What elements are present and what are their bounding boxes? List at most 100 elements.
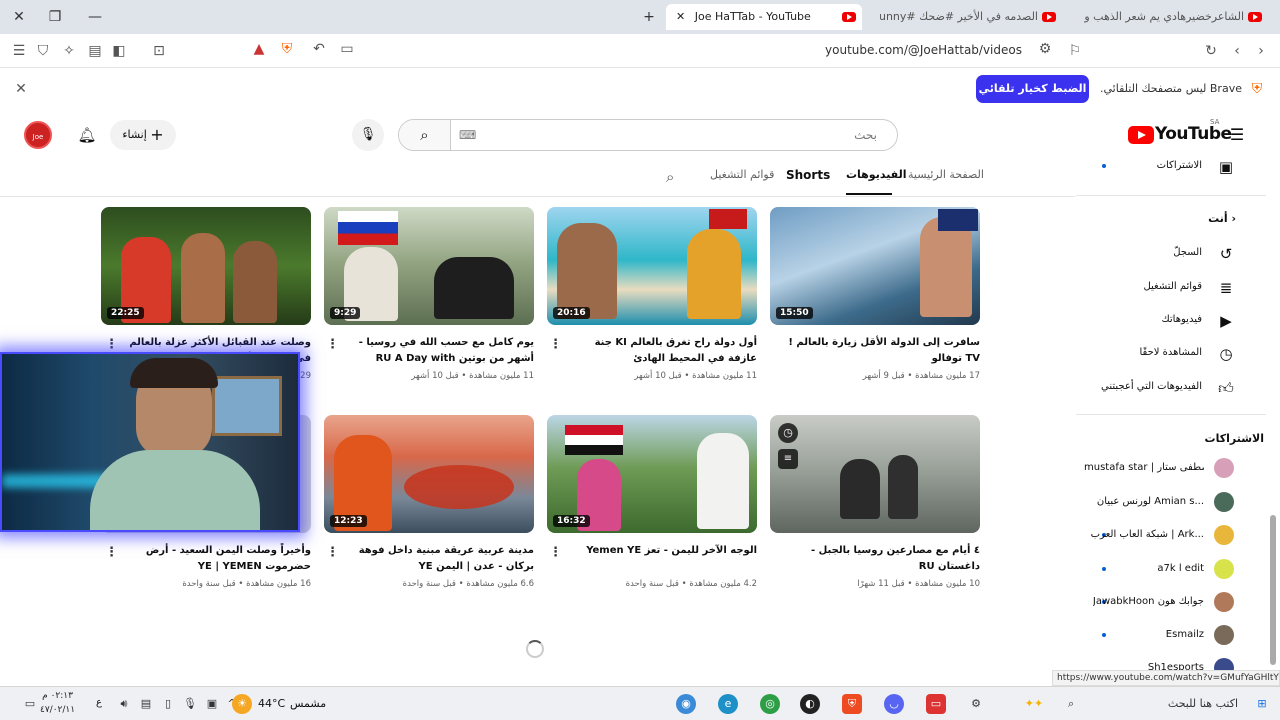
search-input[interactable] [455, 120, 885, 150]
video-thumbnail[interactable]: 9:29 [324, 207, 534, 325]
maximize-icon[interactable]: ❐ [44, 6, 66, 28]
wallet-icon[interactable]: ▤ [84, 40, 106, 62]
video-thumbnail[interactable]: 12:23 [324, 415, 534, 533]
channel-search-icon[interactable]: ⌕ [666, 168, 674, 186]
notifications-icon[interactable]: ▭ [20, 694, 40, 714]
sidebar-item-liked-videos[interactable]: الفيديوهات التي أعجبتني 👍︎ [1076, 373, 1266, 403]
new-content-dot [1102, 567, 1106, 571]
site-settings-icon[interactable]: ⚙ [1034, 38, 1056, 60]
close-window-icon[interactable]: ✕ [8, 6, 30, 28]
menu-icon[interactable]: ☰ [8, 40, 30, 62]
reload-icon[interactable]: ↻ [1200, 40, 1222, 62]
video-title[interactable]: سافرت إلى الدولة الأقل زيارة بالعالم ! T… [788, 335, 980, 367]
taskbar-clock[interactable]: ٠٢:١٣ م ٤٧/٠٢/١١ [40, 689, 75, 717]
brave-shield-icon[interactable]: ⛨ [276, 38, 298, 60]
video-title[interactable]: أول دولة راح تغرق بالعالم KI جنة عازفة ف… [565, 335, 757, 367]
forward-icon[interactable]: › [1250, 40, 1272, 62]
tab-home[interactable]: الصفحة الرئيسية [908, 168, 984, 181]
tab-playlists[interactable]: قوائم التشغيل [710, 168, 774, 181]
video-title[interactable]: يوم كامل مع حسب الله في روسيا - أشهر من … [342, 335, 534, 367]
sidebar-item-your-videos[interactable]: فيديوهاتك ▶ [1076, 306, 1266, 336]
tab-label: الصدمه في الأخير #ضحك #funny #ترند [880, 10, 1038, 23]
sidebar-toggle-icon[interactable]: ◧ [108, 40, 130, 62]
more-options-icon[interactable]: ⋮ [549, 545, 562, 560]
app-icon[interactable]: ◉ [676, 694, 696, 714]
brave-icon[interactable]: ⛨ [842, 694, 862, 714]
more-options-icon[interactable]: ⋮ [326, 545, 339, 560]
share-icon[interactable]: ↶ [308, 38, 330, 60]
mic-icon[interactable]: 🎙︎ [352, 119, 384, 151]
sidebar-item-playlists[interactable]: قوائم التشغيل ≣ [1076, 273, 1266, 303]
tab-3[interactable]: الشاعرخضيرهادي يم شعر الذهب وعيون [1084, 4, 1264, 30]
media-app-icon[interactable]: ▭ [926, 694, 946, 714]
more-options-icon[interactable]: ⋮ [105, 545, 118, 560]
create-button[interactable]: إنشاء + [110, 120, 176, 150]
back-icon[interactable]: ‹ [1226, 40, 1248, 62]
tab-videos[interactable]: الفيديوهات [846, 168, 907, 181]
hamburger-menu-icon[interactable]: ☰ [1226, 124, 1248, 146]
battery-icon[interactable]: ▯ [158, 694, 178, 714]
sidebar-subscription[interactable]: لورنس عبيان Amian s... [1076, 488, 1266, 518]
sidebar-item-watch-later[interactable]: المشاهدة لاحقًا ◷ [1076, 339, 1266, 369]
video-thumbnail[interactable]: 15:50 [770, 207, 980, 325]
video-thumbnail[interactable]: 22:25 [101, 207, 311, 325]
windows-start-icon[interactable]: ⊞ [1252, 694, 1272, 714]
sidebar-subscription[interactable]: mustafa star | مصطفى ستار [1076, 454, 1266, 484]
sidebar-item-history[interactable]: السجلّ ↺ [1076, 239, 1266, 269]
language-indicator[interactable]: ع [96, 697, 102, 708]
network-icon[interactable]: ▤ [136, 694, 156, 714]
bookmark-icon[interactable]: ⚐ [1064, 40, 1086, 62]
more-options-icon[interactable]: ⋮ [105, 337, 118, 352]
bell-icon[interactable]: 🔔︎ [74, 122, 100, 148]
more-options-icon[interactable]: ⋮ [326, 337, 339, 352]
playlist-icon: ≣ [1219, 279, 1233, 297]
video-thumbnail[interactable]: ◷ ≡ [770, 415, 980, 533]
edge-icon[interactable]: e [718, 694, 738, 714]
add-to-queue-icon[interactable]: ≡ [778, 449, 798, 469]
tab-close-icon[interactable]: ✕ [676, 10, 685, 23]
volume-icon[interactable]: 🔊︎ [114, 694, 134, 714]
screenshot-icon[interactable]: ⊡ [148, 40, 170, 62]
shield-icon[interactable]: ⛉ [32, 40, 54, 62]
cast-icon[interactable]: ▭ [336, 38, 358, 60]
address-bar[interactable]: ▲ ⛨ ↶ ▭ youtube.com/@JoeHattab/videos ⚙ [244, 38, 1092, 64]
copilot-sparkle-icon[interactable]: ✦✦ [1012, 694, 1056, 714]
puzzle-icon[interactable]: ✧ [58, 40, 80, 62]
close-notice-icon[interactable]: ✕ [10, 78, 32, 100]
video-title[interactable]: الوجه الآخر لليمن - تعز Yemen YE [565, 543, 757, 559]
avatar[interactable]: Joe [24, 121, 52, 149]
weather-icon[interactable]: ☀ [232, 694, 252, 714]
scrollbar[interactable] [1270, 515, 1276, 665]
sidebar-subscription[interactable]: Esmailz [1076, 621, 1266, 651]
taskbar-search-box[interactable]: ⌕ اكتب هنا للبحث [1068, 691, 1238, 717]
sidebar-item-subscriptions[interactable]: الاشتراكات ▣ [1076, 152, 1266, 182]
sidebar-subscription[interactable]: a7k l edit [1076, 555, 1266, 585]
sidebar-you-header[interactable]: ‹ أنت [1208, 212, 1236, 225]
tab-shorts[interactable]: Shorts [786, 168, 830, 182]
discord-icon[interactable]: ◡ [884, 694, 904, 714]
minimize-icon[interactable]: — [84, 6, 106, 28]
more-options-icon[interactable]: ⋮ [549, 337, 562, 352]
watch-later-icon[interactable]: ◷ [778, 423, 798, 443]
obs-icon[interactable]: ◐ [800, 694, 820, 714]
video-thumbnail[interactable]: 20:16 [547, 207, 757, 325]
camera-tray-icon[interactable]: ▣ [202, 694, 222, 714]
tab-2[interactable]: الصدمه في الأخير #ضحك #funny #ترند [880, 4, 1058, 30]
channel-avatar [1214, 525, 1234, 545]
mic-tray-icon[interactable]: 🎙︎ [180, 694, 200, 714]
video-thumbnail[interactable]: 16:32 [547, 415, 757, 533]
sidebar-subscription[interactable]: JawabkHoon جوابك هون [1076, 588, 1266, 618]
divider [1076, 195, 1266, 196]
search-icon[interactable]: ⌕ [399, 120, 451, 150]
new-tab-icon[interactable]: + [638, 6, 660, 28]
sidebar-subscription[interactable]: شبكة ألعاب العرب | Ark... [1076, 521, 1266, 551]
widget-icon[interactable]: ⚙ [966, 694, 986, 714]
set-default-button[interactable]: الضبط كخيار تلقائي [976, 75, 1089, 103]
video-title[interactable]: ٤ أيام مع مصارعين روسيا بالجبل - داغستان… [788, 543, 980, 575]
chrome-icon[interactable]: ◎ [760, 694, 780, 714]
brave-rewards-icon[interactable]: ▲ [248, 38, 270, 60]
tab-active[interactable]: ✕ Joe HaTTab - YouTube [666, 4, 862, 30]
video-title[interactable]: مدينة عربية عريقة مبنية داخل فوهة بركان … [342, 543, 534, 575]
sidebar-item-label: فيديوهاتك [1161, 314, 1202, 325]
video-title[interactable]: وأخيراً وصلت اليمن السعيد - أرض حضرموت Y… [119, 543, 311, 575]
